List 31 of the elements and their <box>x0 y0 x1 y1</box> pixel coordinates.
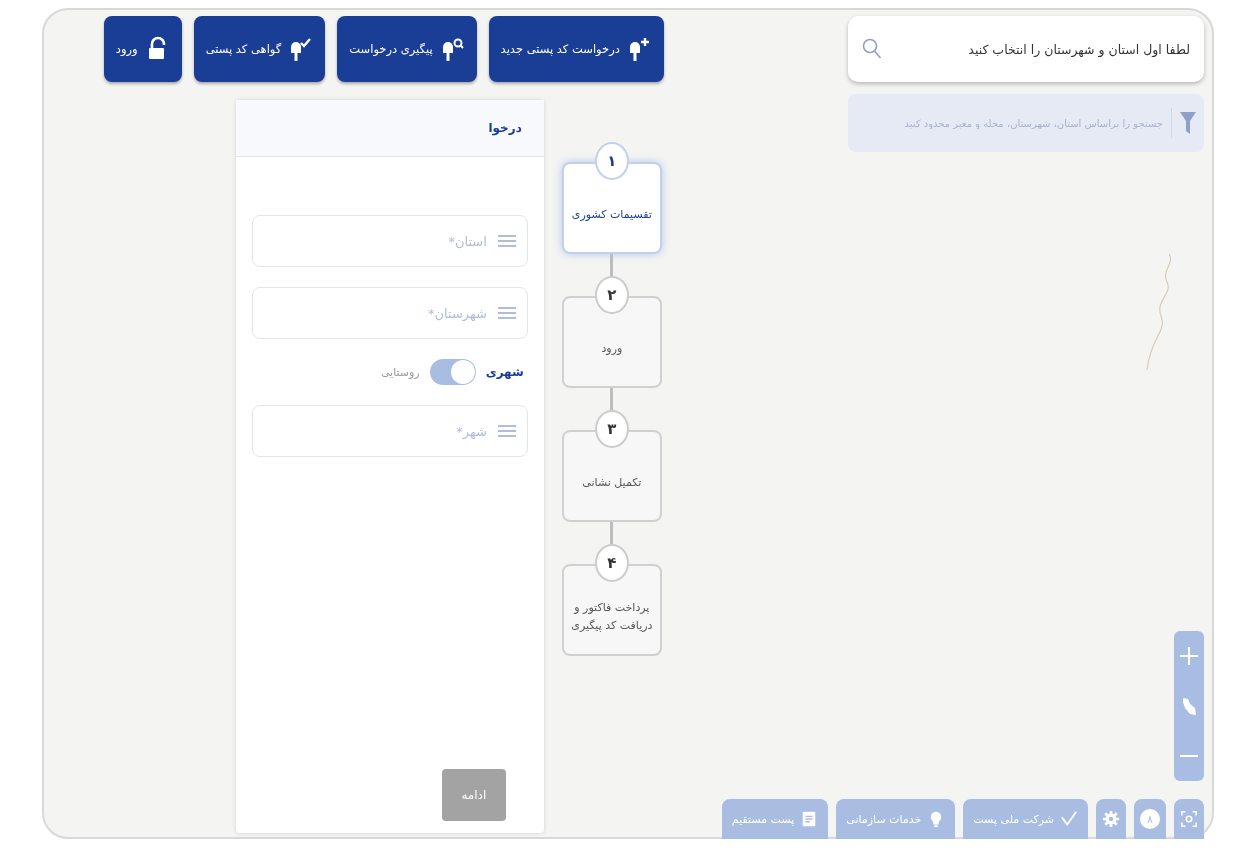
step-number: ۱ <box>594 142 629 180</box>
toggle-option[interactable]: شهری <box>485 365 524 379</box>
step-number: ۲ <box>594 276 629 314</box>
minus-icon <box>1180 754 1198 758</box>
mailbox-icon <box>440 36 465 62</box>
list-icon <box>497 234 516 248</box>
list-icon <box>497 424 516 438</box>
search-input[interactable]: لطفا اول استان و شهرستان را انتخاب کنید <box>892 41 1190 57</box>
nav-button[interactable]: پیگیری درخواست <box>337 16 477 82</box>
plus-icon <box>1180 647 1198 665</box>
step-number: ۳ <box>594 410 629 448</box>
list-icon <box>497 306 516 320</box>
toolbar-button[interactable] <box>1174 799 1204 839</box>
toolbar-button[interactable] <box>1096 799 1126 839</box>
nav-button[interactable]: گواهی کد پستی <box>193 16 326 82</box>
nav-button[interactable]: درخواست کد پستی جدید <box>488 16 664 82</box>
filter-icon <box>1180 112 1196 134</box>
mailbox-icon <box>627 36 652 62</box>
toggle-switch[interactable] <box>429 359 476 385</box>
select-field[interactable]: شهر* <box>251 405 528 457</box>
nav-button[interactable]: ورود <box>103 16 182 82</box>
check-icon <box>1060 810 1078 828</box>
screen-capture-icon <box>1180 810 1198 828</box>
mailbox-icon <box>289 36 314 62</box>
step-number: ۴ <box>594 544 629 582</box>
panel-title: درخوا <box>488 121 522 135</box>
select-field[interactable]: استان* <box>251 215 528 267</box>
settings-icon <box>1102 810 1120 828</box>
country-map-icon <box>1181 696 1197 716</box>
select-field[interactable]: شهرستان* <box>251 287 528 339</box>
search-icon <box>862 38 882 60</box>
